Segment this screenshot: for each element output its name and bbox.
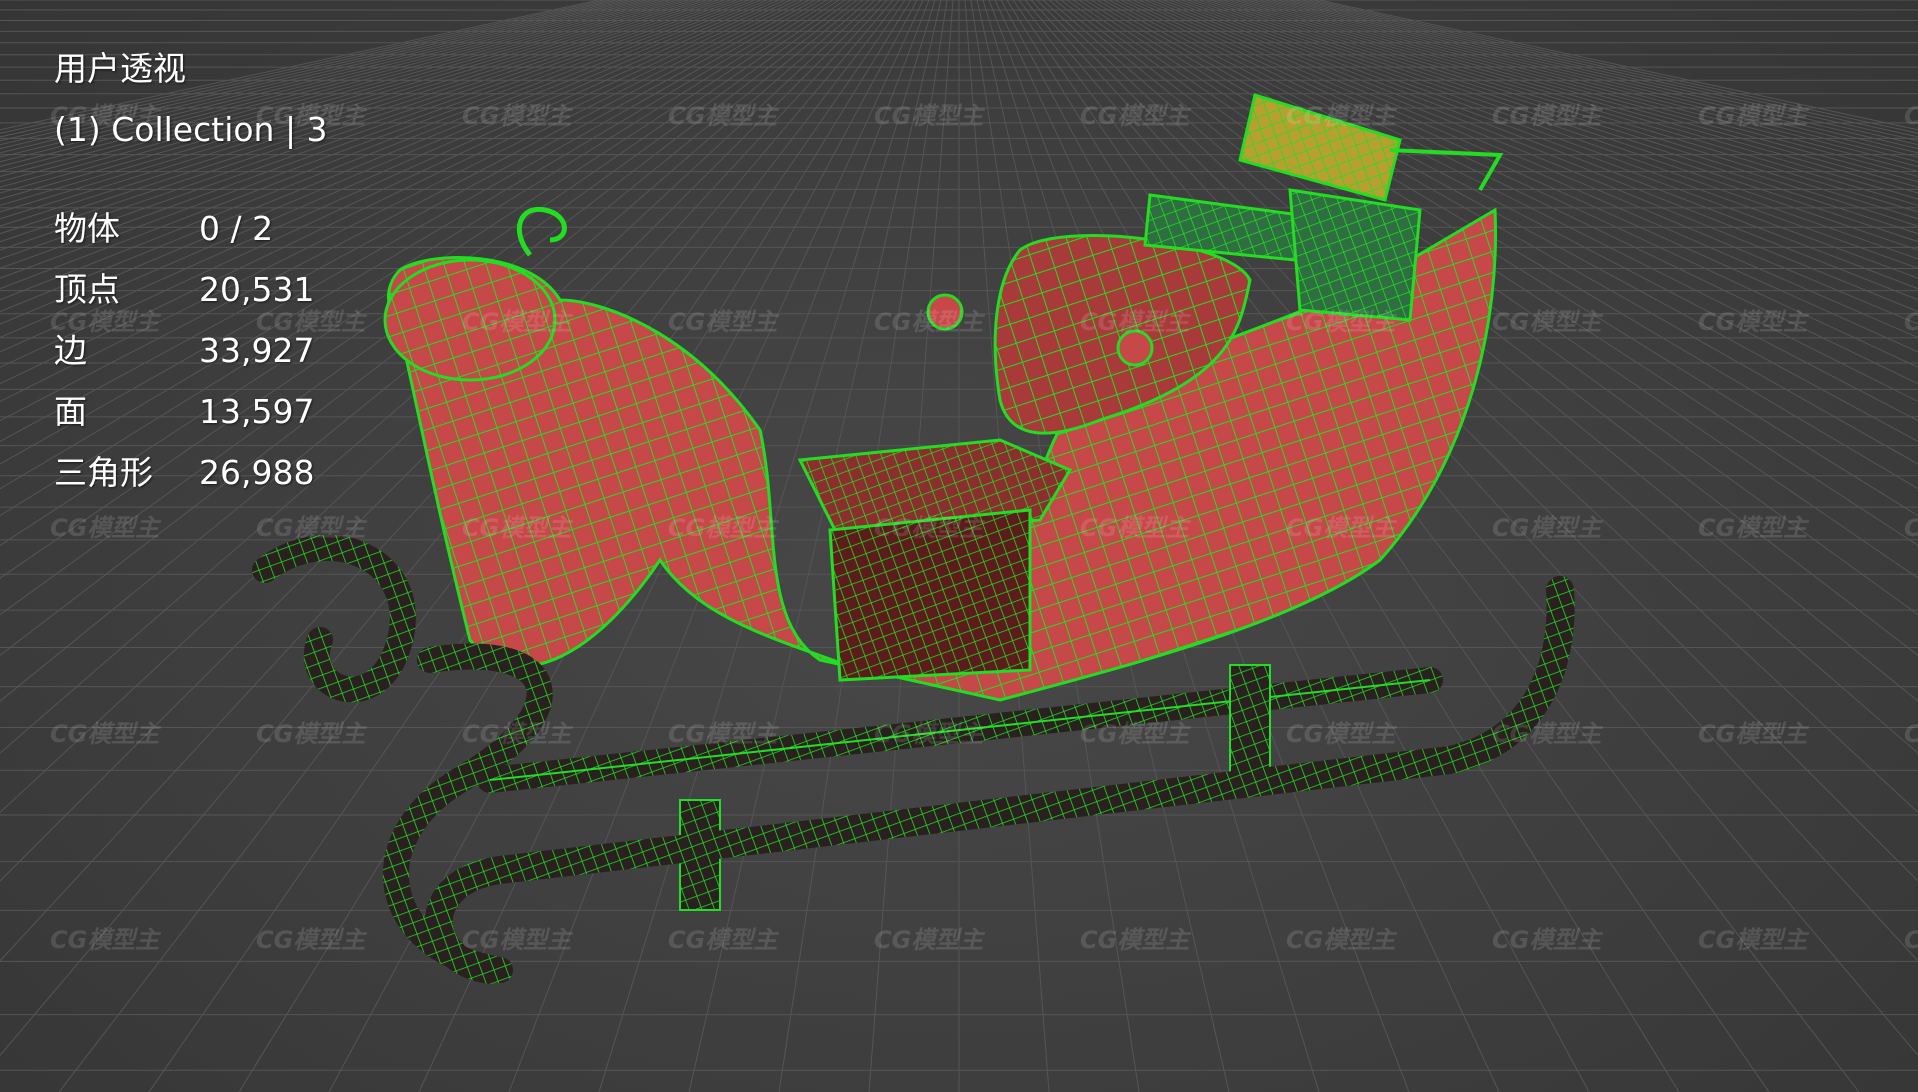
- watermark-logo: CG模型主: [1080, 308, 1190, 336]
- watermark-logo: CG模型主: [874, 720, 984, 748]
- watermark-logo: CG模型主: [874, 102, 984, 130]
- watermark-logo: CG模型主: [462, 514, 572, 542]
- watermark-logo: CG模型主: [1492, 102, 1602, 130]
- watermark-logo: CG模型主: [1492, 308, 1602, 336]
- stat-label: 三角形: [54, 453, 153, 492]
- watermark-logo: CG模型主: [668, 308, 778, 336]
- watermark-logo: CG模型主: [1286, 102, 1396, 130]
- stat-value: 13,597: [199, 392, 315, 431]
- watermark-logo: CG模型主: [1080, 102, 1190, 130]
- watermark-logo: CG模型主: [1492, 720, 1602, 748]
- watermark-logo: CG模型主: [1904, 96, 1918, 131]
- stat-row-objects: 物体 0 / 2: [54, 198, 328, 259]
- watermark-logo: CG模型主: [1904, 508, 1918, 543]
- watermark-logo: CG模型主: [1286, 514, 1396, 542]
- stat-label: 面: [54, 392, 87, 431]
- stat-value: 33,927: [199, 331, 315, 370]
- watermark-logo: CG模型主: [668, 926, 778, 954]
- watermark-logo: CG模型主: [874, 926, 984, 954]
- watermark-logo: CG模型主: [1286, 308, 1396, 336]
- watermark-logo: CG模型主: [1904, 714, 1918, 749]
- watermark-logo: CG模型主: [1080, 926, 1190, 954]
- 3d-viewport[interactable]: CG模型主 CG模型主 CG模型主 CG模型主 CG模型主 CG模型主 CG模型主 CG模型主…: [0, 0, 1918, 1092]
- watermark-logo: CG模型主: [256, 926, 366, 954]
- watermark-logo: CG模型主: [1080, 720, 1190, 748]
- watermark-logo: CG模型主: [1698, 514, 1808, 542]
- stat-value: 20,531: [199, 270, 315, 309]
- watermark-logo: CG模型主: [1492, 926, 1602, 954]
- viewport-info-overlay: 用户透视 (1) Collection | 3 物体 0 / 2 顶点 20,5…: [54, 38, 328, 503]
- view-name: 用户透视: [54, 49, 186, 88]
- watermark-logo: CG模型主: [1698, 308, 1808, 336]
- watermark-logo: CG模型主: [50, 926, 160, 954]
- watermark-logo: CG模型主: [1904, 920, 1918, 955]
- watermark-logo: CG模型主: [1698, 720, 1808, 748]
- stat-row-edges: 边 33,927: [54, 320, 328, 381]
- watermark-logo: CG模型主: [1080, 514, 1190, 542]
- scene-statistics: 物体 0 / 2 顶点 20,531 边 33,927 面 13,597 三角形…: [54, 198, 328, 503]
- watermark-logo: CG模型主: [462, 308, 572, 336]
- watermark-logo: CG模型主: [1904, 302, 1918, 337]
- stat-row-vertices: 顶点 20,531: [54, 259, 328, 320]
- stat-row-triangles: 三角形 26,988: [54, 442, 328, 503]
- watermark-logo: CG模型主: [1698, 102, 1808, 130]
- watermark-logo: CG模型主: [462, 926, 572, 954]
- watermark-logo: CG模型主: [50, 514, 160, 542]
- watermark-logo: CG模型主: [874, 308, 984, 336]
- stat-row-faces: 面 13,597: [54, 381, 328, 442]
- stat-label: 物体: [54, 209, 120, 248]
- watermark-logo: CG模型主: [462, 720, 572, 748]
- watermark-logo: CG模型主: [1286, 720, 1396, 748]
- stat-label: 边: [54, 331, 87, 370]
- watermark-logo: CG模型主: [462, 102, 572, 130]
- watermark-logo: CG模型主: [256, 514, 366, 542]
- stat-value: 26,988: [199, 453, 315, 492]
- watermark-logo: CG模型主: [668, 102, 778, 130]
- watermark-logo: CG模型主: [1698, 926, 1808, 954]
- watermark-logo: CG模型主: [1492, 514, 1602, 542]
- watermark-logo: CG模型主: [874, 514, 984, 542]
- watermark-logo: CG模型主: [668, 514, 778, 542]
- watermark-logo: CG模型主: [50, 720, 160, 748]
- watermark-logo: CG模型主: [1286, 926, 1396, 954]
- stat-value: 0 / 2: [199, 209, 274, 248]
- stat-label: 顶点: [54, 270, 120, 309]
- watermark-logo: CG模型主: [668, 720, 778, 748]
- collection-info: (1) Collection | 3: [54, 110, 328, 149]
- watermark-logo: CG模型主: [256, 720, 366, 748]
